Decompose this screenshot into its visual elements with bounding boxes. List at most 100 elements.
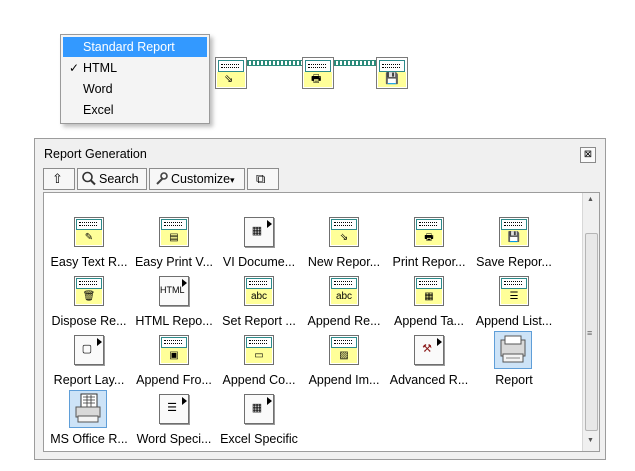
palette-item-label: Report Lay... [53, 373, 125, 387]
menu-item-label: Standard Report [83, 40, 175, 54]
palette-item-label: VI Docume... [222, 255, 296, 269]
palette-item-new-report[interactable]: ⇘ New Repor... [302, 215, 386, 271]
append-text-icon: abc [326, 274, 360, 308]
trash-icon: 🗑 [71, 274, 105, 308]
new-report-icon: ⇘ [224, 73, 234, 85]
palette-item-append-front-panel[interactable]: ▣ Append Fro... [132, 333, 216, 389]
menu-item-excel[interactable]: Excel [63, 100, 207, 120]
search-label: Search [99, 172, 139, 186]
restore-palette-button[interactable]: ⧉ [247, 168, 279, 190]
wrench-icon [153, 169, 169, 193]
palette-item-excel-specific[interactable]: ▦ Excel Specific [217, 392, 301, 448]
vi-documentation-icon: ▦ [241, 215, 275, 249]
palette-item-label: Set Report ... [222, 314, 296, 328]
scrollbar-thumb[interactable]: ≡ [585, 233, 598, 431]
chevron-down-icon: ▾ [230, 175, 235, 185]
palette-item-append-control[interactable]: ▭ Append Co... [217, 333, 301, 389]
palette-item-report[interactable]: Report [472, 331, 556, 389]
new-report-node[interactable]: ⇘ [215, 57, 247, 89]
palette-item-label: Append Re... [307, 314, 381, 328]
palette-item-print-report[interactable]: 🖶 Print Repor... [387, 215, 471, 271]
palette-item-label: Save Repor... [476, 255, 552, 269]
palette-item-label: Advanced R... [389, 373, 469, 387]
vi-header-icon [379, 60, 405, 72]
palette-item-label: Append Ta... [394, 314, 464, 328]
table-icon: ▦ [411, 274, 445, 308]
vi-header-icon [305, 60, 331, 72]
report-layout-icon: ▢ [71, 333, 105, 367]
palette-item-label: Append Im... [308, 373, 380, 387]
word-document-icon: ☰ [156, 392, 190, 426]
palette-item-advanced-report[interactable]: ⚒ Advanced R... [387, 333, 471, 389]
palette-content: ✎ Easy Text R... ▤ Easy Print V... ▦ VI … [43, 192, 600, 452]
menu-item-standard-report[interactable]: Standard Report [63, 37, 207, 57]
check-mark-icon: ✓ [69, 61, 80, 75]
vi-header-icon [218, 60, 244, 72]
menu-item-label: Excel [83, 103, 114, 117]
customize-button[interactable]: Customize▾ [149, 168, 245, 190]
html-icon: HTML [156, 274, 190, 308]
printer-icon: 🖶 [311, 73, 322, 85]
palette-item-label: Append Co... [222, 373, 296, 387]
up-button[interactable]: ⇧ [43, 168, 75, 190]
palette-item-label: Word Speci... [136, 432, 212, 446]
report-type-menu: Standard Report ✓ HTML Word Excel [60, 34, 210, 124]
palette-item-label: MS Office R... [50, 432, 128, 446]
palette-item-html-reports[interactable]: HTML HTML Repo... [132, 274, 216, 330]
palette-item-vi-documentation[interactable]: ▦ VI Docume... [217, 215, 301, 271]
palette-item-append-list[interactable]: ☰ Append List... [472, 274, 556, 330]
control-image-icon: ▭ [241, 333, 275, 367]
scroll-down-icon[interactable]: ▼ [587, 437, 594, 444]
customize-label: Customize▾ [171, 172, 235, 186]
palette-item-label: Print Repor... [392, 255, 466, 269]
palette-item-label: New Repor... [307, 255, 381, 269]
menu-item-label: HTML [83, 61, 118, 75]
palette-title: Report Generation [44, 147, 147, 161]
floppy-disk-icon: 💾 [385, 73, 399, 85]
palette-item-easy-text-report[interactable]: ✎ Easy Text R... [47, 215, 131, 271]
printer-icon: 🖶 [411, 215, 445, 249]
error-wire[interactable] [247, 60, 302, 66]
palette-item-label: Excel Specific [220, 432, 298, 446]
palette-item-label: Append Fro... [136, 373, 212, 387]
menu-item-html[interactable]: ✓ HTML [63, 58, 207, 78]
easy-text-report-icon: ✎ [71, 215, 105, 249]
restore-window-icon: ⧉ [256, 171, 266, 186]
floppy-disk-icon: 💾 [496, 215, 530, 249]
palette-item-label: Append List... [475, 314, 553, 328]
menu-item-label: Word [83, 82, 113, 96]
easy-print-vi-icon: ▤ [156, 215, 190, 249]
spreadsheet-icon: ▦ [241, 392, 275, 426]
palette-item-label: Easy Text R... [50, 255, 128, 269]
palette-item-word-specific[interactable]: ☰ Word Speci... [132, 392, 216, 448]
vertical-scrollbar[interactable]: ▲ ≡ ▼ [582, 193, 599, 451]
palette-item-dispose-report[interactable]: 🗑 Dispose Re... [47, 274, 131, 330]
palette-item-append-image[interactable]: ▨ Append Im... [302, 333, 386, 389]
error-wire[interactable] [334, 60, 376, 66]
search-icon [81, 169, 97, 193]
front-panel-icon: ▣ [156, 333, 190, 367]
scroll-up-icon[interactable]: ▲ [587, 196, 594, 203]
print-report-node[interactable]: 🖶 [302, 57, 334, 89]
font-abc-icon: abc [241, 274, 275, 308]
close-icon[interactable]: ⊠ [580, 147, 596, 163]
palette-item-report-layout[interactable]: ▢ Report Lay... [47, 333, 131, 389]
palette-item-label: HTML Repo... [135, 314, 213, 328]
hammer-icon: ⚒ [411, 333, 445, 367]
palette-item-append-report-text[interactable]: abc Append Re... [302, 274, 386, 330]
palette-item-save-report[interactable]: 💾 Save Repor... [472, 215, 556, 271]
palette-item-label: Easy Print V... [134, 255, 214, 269]
palette-item-ms-office-report[interactable]: MS Office R... [47, 390, 131, 448]
new-report-icon: ⇘ [326, 215, 360, 249]
up-arrow-icon: ⇧ [52, 171, 63, 186]
report-printer-icon [494, 331, 532, 369]
palette-item-append-table[interactable]: ▦ Append Ta... [387, 274, 471, 330]
palette-item-label: Report [495, 373, 533, 387]
report-generation-palette: Report Generation ⊠ ⇧ Search Customize▾ … [34, 138, 606, 460]
save-report-node[interactable]: 💾 [376, 57, 408, 89]
palette-item-easy-print-vi[interactable]: ▤ Easy Print V... [132, 215, 216, 271]
search-button[interactable]: Search [77, 168, 147, 190]
ms-office-report-icon [69, 390, 107, 428]
menu-item-word[interactable]: Word [63, 79, 207, 99]
palette-item-set-report-font[interactable]: abc Set Report ... [217, 274, 301, 330]
